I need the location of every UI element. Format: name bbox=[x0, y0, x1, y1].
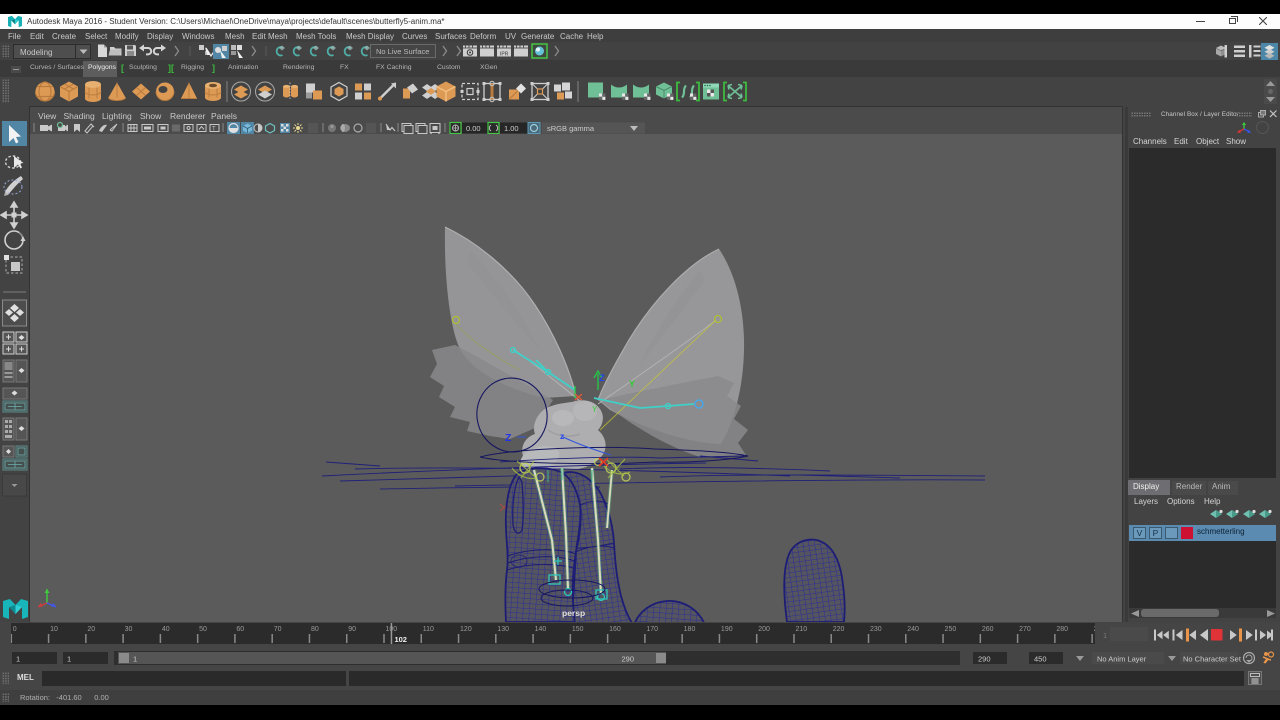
svg-text:1.00: 1.00 bbox=[504, 124, 519, 133]
svg-text:110: 110 bbox=[423, 626, 434, 633]
svg-text:170: 170 bbox=[646, 626, 658, 633]
svg-text:250: 250 bbox=[945, 626, 957, 633]
svg-text:240: 240 bbox=[907, 626, 919, 633]
svg-text:230: 230 bbox=[870, 626, 882, 633]
svg-text:10: 10 bbox=[50, 626, 58, 633]
svg-text:0: 0 bbox=[13, 626, 17, 633]
svg-text:102: 102 bbox=[394, 635, 407, 644]
svg-text:30: 30 bbox=[125, 626, 133, 633]
svg-text:sRGB gamma: sRGB gamma bbox=[547, 124, 595, 133]
svg-text:140: 140 bbox=[535, 626, 547, 633]
svg-text:40: 40 bbox=[162, 626, 170, 633]
svg-text:0.00: 0.00 bbox=[466, 124, 481, 133]
svg-text:70: 70 bbox=[274, 626, 282, 633]
svg-text:No Live Surface: No Live Surface bbox=[376, 47, 429, 56]
svg-text:270: 270 bbox=[1019, 626, 1031, 633]
svg-text:160: 160 bbox=[609, 626, 621, 633]
svg-text:persp: persp bbox=[562, 608, 585, 618]
svg-text:1: 1 bbox=[133, 655, 137, 664]
svg-text:Z: Z bbox=[505, 432, 512, 444]
svg-text:90: 90 bbox=[348, 626, 356, 633]
svg-text:150: 150 bbox=[572, 626, 584, 633]
svg-text:210: 210 bbox=[795, 626, 807, 633]
svg-text:290: 290 bbox=[978, 655, 991, 664]
svg-text:Z: Z bbox=[599, 373, 605, 384]
svg-text:130: 130 bbox=[497, 626, 509, 633]
svg-text:No Character Set: No Character Set bbox=[1183, 655, 1242, 664]
svg-text:450: 450 bbox=[1034, 655, 1047, 664]
svg-text:1: 1 bbox=[67, 655, 71, 664]
svg-text:180: 180 bbox=[684, 626, 696, 633]
svg-text:220: 220 bbox=[833, 626, 845, 633]
svg-text:260: 260 bbox=[982, 626, 994, 633]
svg-text:1: 1 bbox=[16, 655, 20, 664]
svg-text:20: 20 bbox=[87, 626, 95, 633]
svg-text:200: 200 bbox=[758, 626, 770, 633]
svg-text:T: T bbox=[212, 127, 216, 133]
svg-text:280: 280 bbox=[1056, 626, 1068, 633]
svg-text:80: 80 bbox=[311, 626, 319, 633]
svg-text:120: 120 bbox=[460, 626, 472, 633]
svg-text:z: z bbox=[560, 431, 564, 441]
svg-text:Y: Y bbox=[629, 379, 635, 389]
svg-text:1: 1 bbox=[1103, 631, 1107, 640]
svg-text:190: 190 bbox=[721, 626, 733, 633]
svg-text:IPR: IPR bbox=[500, 52, 509, 58]
svg-text:No Anim Layer: No Anim Layer bbox=[1097, 655, 1147, 664]
svg-text:290: 290 bbox=[621, 655, 634, 664]
svg-text:50: 50 bbox=[199, 626, 207, 633]
svg-text:60: 60 bbox=[236, 626, 244, 633]
svg-text:Y: Y bbox=[592, 405, 598, 414]
